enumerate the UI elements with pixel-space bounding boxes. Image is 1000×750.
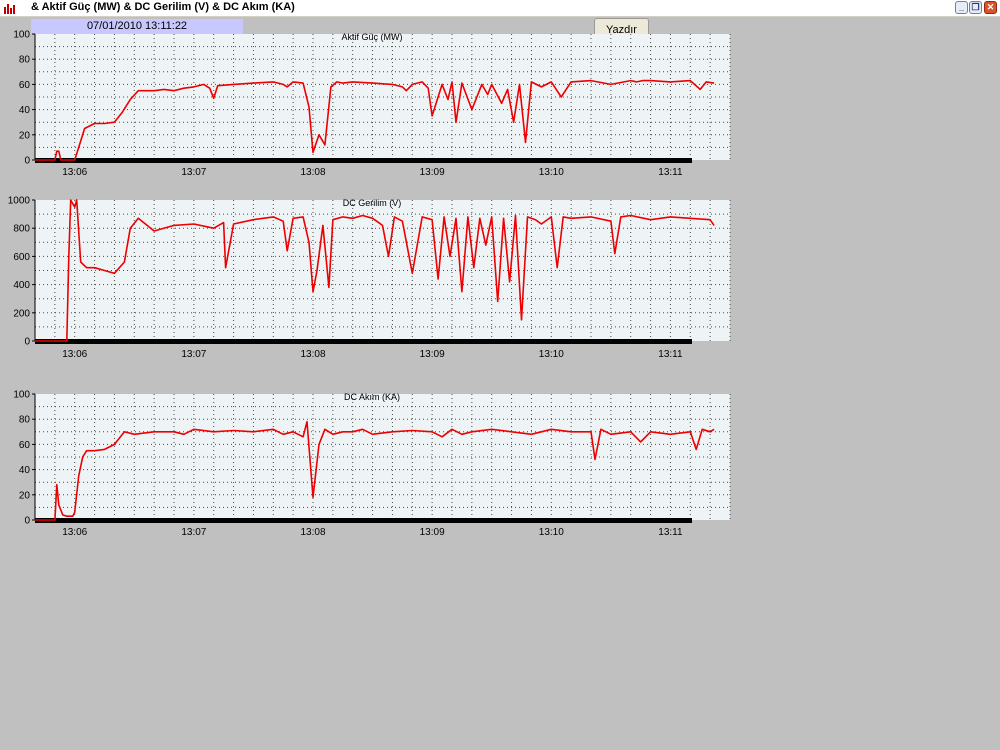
y-tick-label: 40 xyxy=(19,465,31,476)
dc-voltage-chart: 0 200 400 600 800 1000 13:06 13:07 13:08 13:09 13:… xyxy=(8,196,731,360)
dc-current-chart: 0 20 40 60 80 100 13:06 13:07 13:08 13:09 13:10 13:… xyxy=(13,390,731,538)
y-tick-label: 200 xyxy=(13,308,30,319)
x-tick-label: 13:06 xyxy=(62,527,87,538)
x-tick-label: 13:10 xyxy=(539,349,564,360)
y-tick-label: 1000 xyxy=(8,196,31,207)
x-tick-label: 13:09 xyxy=(420,167,445,178)
x-tick-label: 13:07 xyxy=(181,349,206,360)
x-tick-label: 13:09 xyxy=(420,349,445,360)
baseline-bar xyxy=(35,158,692,163)
close-icon: ✕ xyxy=(986,2,995,12)
x-tick-label: 13:11 xyxy=(658,349,683,360)
x-tick-label: 13:11 xyxy=(658,167,683,178)
x-tick-label: 13:09 xyxy=(420,527,445,538)
x-tick-label: 13:10 xyxy=(539,167,564,178)
restore-button[interactable]: ❐ xyxy=(969,1,982,14)
y-tick-label: 0 xyxy=(24,337,30,348)
y-tick-label: 800 xyxy=(13,224,30,235)
baseline-bar xyxy=(35,339,692,344)
x-tick-label: 13:06 xyxy=(62,167,87,178)
window-titlebar: & Aktif Güç (MW) & DC Gerilim (V) & DC A… xyxy=(0,0,1000,17)
y-tick-label: 400 xyxy=(13,280,30,291)
x-tick-label: 13:08 xyxy=(300,349,325,360)
bar-chart-icon xyxy=(3,2,17,14)
x-tick-label: 13:10 xyxy=(539,527,564,538)
y-tick-label: 60 xyxy=(19,80,31,91)
y-tick-label: 0 xyxy=(24,516,30,527)
y-tick-label: 100 xyxy=(13,30,30,41)
x-tick-label: 13:07 xyxy=(181,527,206,538)
y-tick-label: 80 xyxy=(19,415,31,426)
restore-icon: ❐ xyxy=(971,2,980,12)
chart-title: DC Akım (KA) xyxy=(344,392,400,402)
y-tick-label: 60 xyxy=(19,440,31,451)
y-tick-label: 0 xyxy=(24,156,30,167)
window-title: & Aktif Güç (MW) & DC Gerilim (V) & DC A… xyxy=(31,1,295,13)
x-tick-label: 13:11 xyxy=(658,527,683,538)
x-tick-label: 13:06 xyxy=(62,349,87,360)
chart-title: DC Gerilim (V) xyxy=(343,198,402,208)
x-tick-label: 13:07 xyxy=(181,167,206,178)
y-tick-label: 80 xyxy=(19,55,31,66)
chart-title: Aktif Güç (MW) xyxy=(342,32,403,42)
x-tick-label: 13:08 xyxy=(300,527,325,538)
y-tick-label: 20 xyxy=(19,130,31,141)
y-tick-label: 20 xyxy=(19,490,31,501)
close-button[interactable]: ✕ xyxy=(984,1,997,14)
y-tick-label: 40 xyxy=(19,105,31,116)
active-power-chart: 0 20 40 60 80 100 13:06 13:07 13:08 13:09 13:10 13:… xyxy=(13,30,731,178)
minimize-icon: _ xyxy=(958,2,964,12)
baseline-bar xyxy=(35,518,692,523)
minimize-button[interactable]: _ xyxy=(955,1,968,14)
x-tick-label: 13:08 xyxy=(300,167,325,178)
y-tick-label: 600 xyxy=(13,252,30,263)
y-tick-label: 100 xyxy=(13,390,30,401)
